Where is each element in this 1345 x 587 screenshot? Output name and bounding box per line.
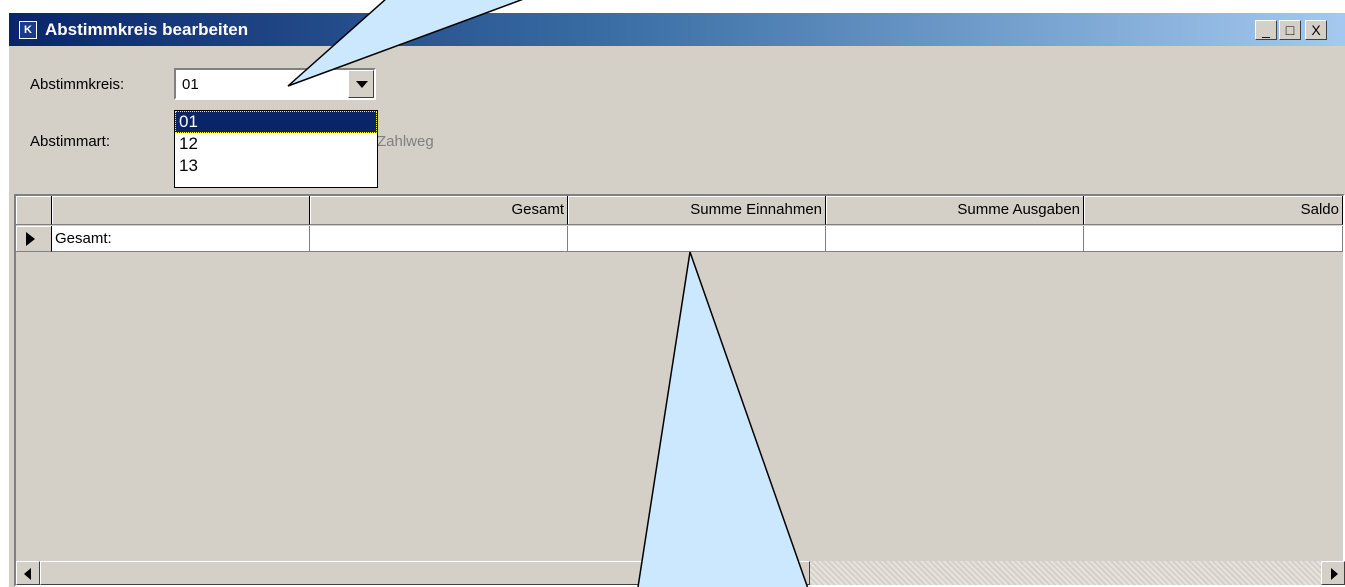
callout-layer: [287, 0, 809, 587]
callout-top: [287, 0, 524, 87]
callout-bottom: [637, 251, 809, 587]
